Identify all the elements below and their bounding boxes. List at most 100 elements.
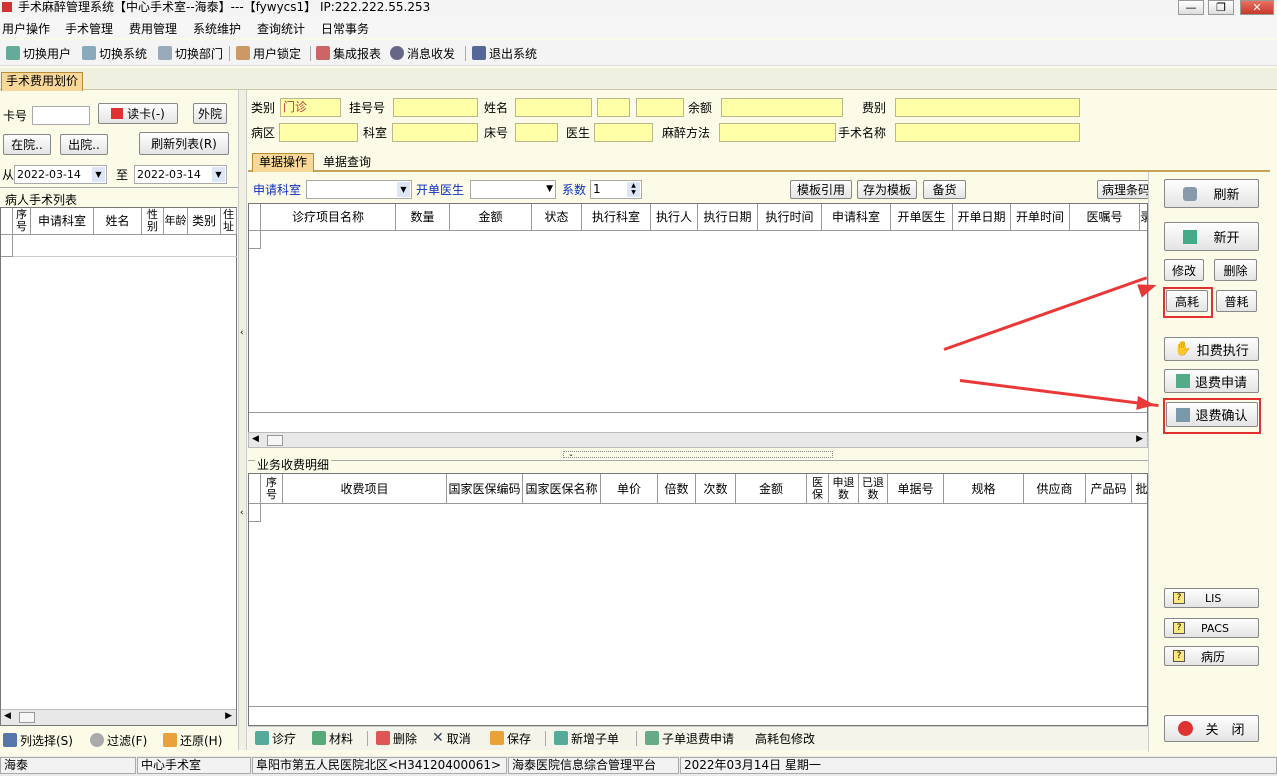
menu-daily[interactable]: 日常事务 — [321, 20, 369, 37]
col-multiple[interactable]: 倍数 — [658, 474, 696, 504]
age-field[interactable] — [636, 98, 684, 117]
close-window-button[interactable]: ✕ — [1240, 0, 1274, 15]
doctor-select[interactable]: ▼ — [470, 180, 556, 199]
tab-bill-query[interactable]: 单据查询 — [316, 154, 378, 172]
col-fee-item[interactable]: 收费项目 — [283, 474, 447, 504]
horizontal-scrollbar[interactable]: ◀ ▶ — [248, 432, 1148, 448]
user-lock-button[interactable]: 用户锁定 — [236, 44, 301, 62]
menu-surgery[interactable]: 手术管理 — [65, 20, 113, 37]
col-seq[interactable]: 序号 — [261, 474, 283, 504]
outpatient-button[interactable]: 外院 — [193, 103, 227, 124]
col-bill-no[interactable]: 单据号 — [888, 474, 944, 504]
normal-consumable-button[interactable]: 普耗 — [1216, 290, 1257, 312]
doctor-field[interactable] — [594, 123, 653, 142]
fee-detail-grid[interactable]: 序号 收费项目 国家医保编码 国家医保名称 单价 倍数 次数 金额 医保 申退数… — [248, 473, 1148, 726]
col-exec-dept[interactable]: 执行科室 — [582, 204, 651, 231]
read-card-button[interactable]: 读卡(-) — [98, 103, 178, 124]
card-input[interactable] — [32, 106, 90, 125]
anesthesia-field[interactable] — [719, 123, 836, 142]
refund-confirm-button[interactable]: 退费确认 — [1166, 402, 1258, 427]
col-batch[interactable]: 批 — [1132, 474, 1147, 504]
switch-dept-button[interactable]: 切换部门 — [158, 44, 223, 62]
patient-list-grid[interactable]: 序号 申请科室 姓名 性别 年龄 类别 住址 ◀ ▶ — [0, 207, 237, 726]
collapse-left-icon[interactable]: ‹ — [240, 328, 244, 338]
balance-field[interactable] — [721, 98, 843, 117]
col-insurance-code[interactable]: 国家医保编码 — [447, 474, 523, 504]
deduct-execute-button[interactable]: ✋ 扣费执行 — [1164, 337, 1259, 361]
lis-button[interactable]: ? LIS — [1164, 588, 1259, 608]
switch-system-button[interactable]: 切换系统 — [82, 44, 147, 62]
minimize-button[interactable]: — — [1178, 0, 1204, 15]
medical-record-button[interactable]: ? 病历 — [1164, 646, 1259, 666]
exit-button[interactable]: 退出系统 — [472, 44, 537, 62]
horizontal-scrollbar[interactable]: ◀ ▶ — [1, 709, 236, 725]
col-exec-date[interactable]: 执行日期 — [698, 204, 758, 231]
col-times[interactable]: 次数 — [696, 474, 736, 504]
gender-field[interactable] — [597, 98, 630, 117]
menu-fee[interactable]: 费用管理 — [129, 20, 177, 37]
treatment-button[interactable]: 诊疗 — [255, 729, 296, 747]
col-apply-refund[interactable]: 申退数 — [829, 474, 859, 504]
maximize-button[interactable]: ❐ — [1208, 0, 1234, 15]
col-unit-price[interactable]: 单价 — [601, 474, 658, 504]
col-apply-dept[interactable]: 申请科室 — [822, 204, 891, 231]
col-executor[interactable]: 执行人 — [651, 204, 698, 231]
col-order-no[interactable]: 医嘱号 — [1070, 204, 1140, 231]
treatment-items-grid[interactable]: 诊疗项目名称 数量 金额 状态 执行科室 执行人 执行日期 执行时间 申请科室 … — [248, 203, 1148, 433]
col-apply-dept[interactable]: 申请科室 — [31, 208, 94, 235]
close-button[interactable]: 关 闭 — [1164, 715, 1259, 742]
high-pack-edit-button[interactable]: 高耗包修改 — [755, 729, 815, 747]
restore-button[interactable]: 还原(H) — [163, 731, 222, 749]
scroll-thumb[interactable] — [19, 712, 35, 723]
switch-user-button[interactable]: 切换用户 — [6, 44, 71, 62]
spinner-icon[interactable]: ▲ ▼ — [627, 182, 640, 197]
fee-type-field[interactable] — [895, 98, 1080, 117]
dept-field[interactable] — [392, 123, 478, 142]
refresh-button[interactable]: 刷新 — [1164, 179, 1259, 208]
chevron-down-icon[interactable]: ▼ — [397, 182, 410, 197]
from-date-picker[interactable]: 2022-03-14 ▼ — [14, 165, 107, 184]
col-supplier[interactable]: 供应商 — [1024, 474, 1086, 504]
col-seq[interactable]: 序号 — [13, 208, 31, 235]
col-order-doctor[interactable]: 开单医生 — [891, 204, 953, 231]
col-address[interactable]: 住址 — [221, 208, 237, 235]
new-bill-button[interactable]: 新开 — [1164, 222, 1259, 251]
col-type[interactable]: 类别 — [188, 208, 221, 235]
pacs-button[interactable]: ? PACS — [1164, 618, 1259, 638]
chevron-down-icon[interactable]: ▼ — [212, 167, 225, 182]
scroll-right-icon[interactable]: ▶ — [1136, 434, 1143, 444]
table-row[interactable] — [13, 235, 237, 257]
splitter[interactable] — [238, 90, 247, 750]
col-gender[interactable]: 性别 — [142, 208, 164, 235]
col-exec-time[interactable]: 执行时间 — [758, 204, 822, 231]
tab-bill-operation[interactable]: 单据操作 — [252, 153, 314, 172]
save-button[interactable]: 保存 — [490, 729, 531, 747]
scroll-left-icon[interactable]: ◀ — [252, 434, 259, 444]
name-field[interactable] — [515, 98, 592, 117]
menu-query[interactable]: 查询统计 — [257, 20, 305, 37]
menu-user[interactable]: 用户操作 — [2, 20, 50, 37]
col-product-code[interactable]: 产品码 — [1086, 474, 1132, 504]
refund-apply-button[interactable]: 退费申请 — [1164, 369, 1259, 393]
col-medical-insurance[interactable]: 医保 — [807, 474, 829, 504]
discharged-button[interactable]: 出院.. — [60, 134, 108, 155]
report-button[interactable]: 集成报表 — [316, 44, 381, 62]
col-record[interactable]: 录 — [1140, 204, 1147, 231]
delete-detail-button[interactable]: 删除 — [376, 729, 417, 747]
message-button[interactable]: 消息收发 — [390, 44, 455, 62]
save-template-button[interactable]: 存为模板 — [857, 180, 917, 199]
bed-field[interactable] — [515, 123, 558, 142]
tab-surgery-fee[interactable]: 手术费用划价 — [1, 72, 83, 91]
coef-spinner[interactable]: 1 ▲ ▼ — [590, 180, 642, 199]
material-button[interactable]: 材料 — [312, 729, 353, 747]
col-amount[interactable]: 金额 — [736, 474, 807, 504]
delete-button[interactable]: 删除 — [1214, 259, 1257, 281]
high-consumable-button[interactable]: 高耗 — [1166, 290, 1208, 312]
col-spec[interactable]: 规格 — [944, 474, 1024, 504]
filter-button[interactable]: 过滤(F) — [90, 731, 147, 749]
stock-button[interactable]: 备货 — [923, 180, 966, 199]
surgery-name-field[interactable] — [895, 123, 1080, 142]
menu-maintenance[interactable]: 系统维护 — [193, 20, 241, 37]
sub-refund-button[interactable]: 子单退费申请 — [645, 729, 734, 747]
to-date-picker[interactable]: 2022-03-14 ▼ — [134, 165, 227, 184]
